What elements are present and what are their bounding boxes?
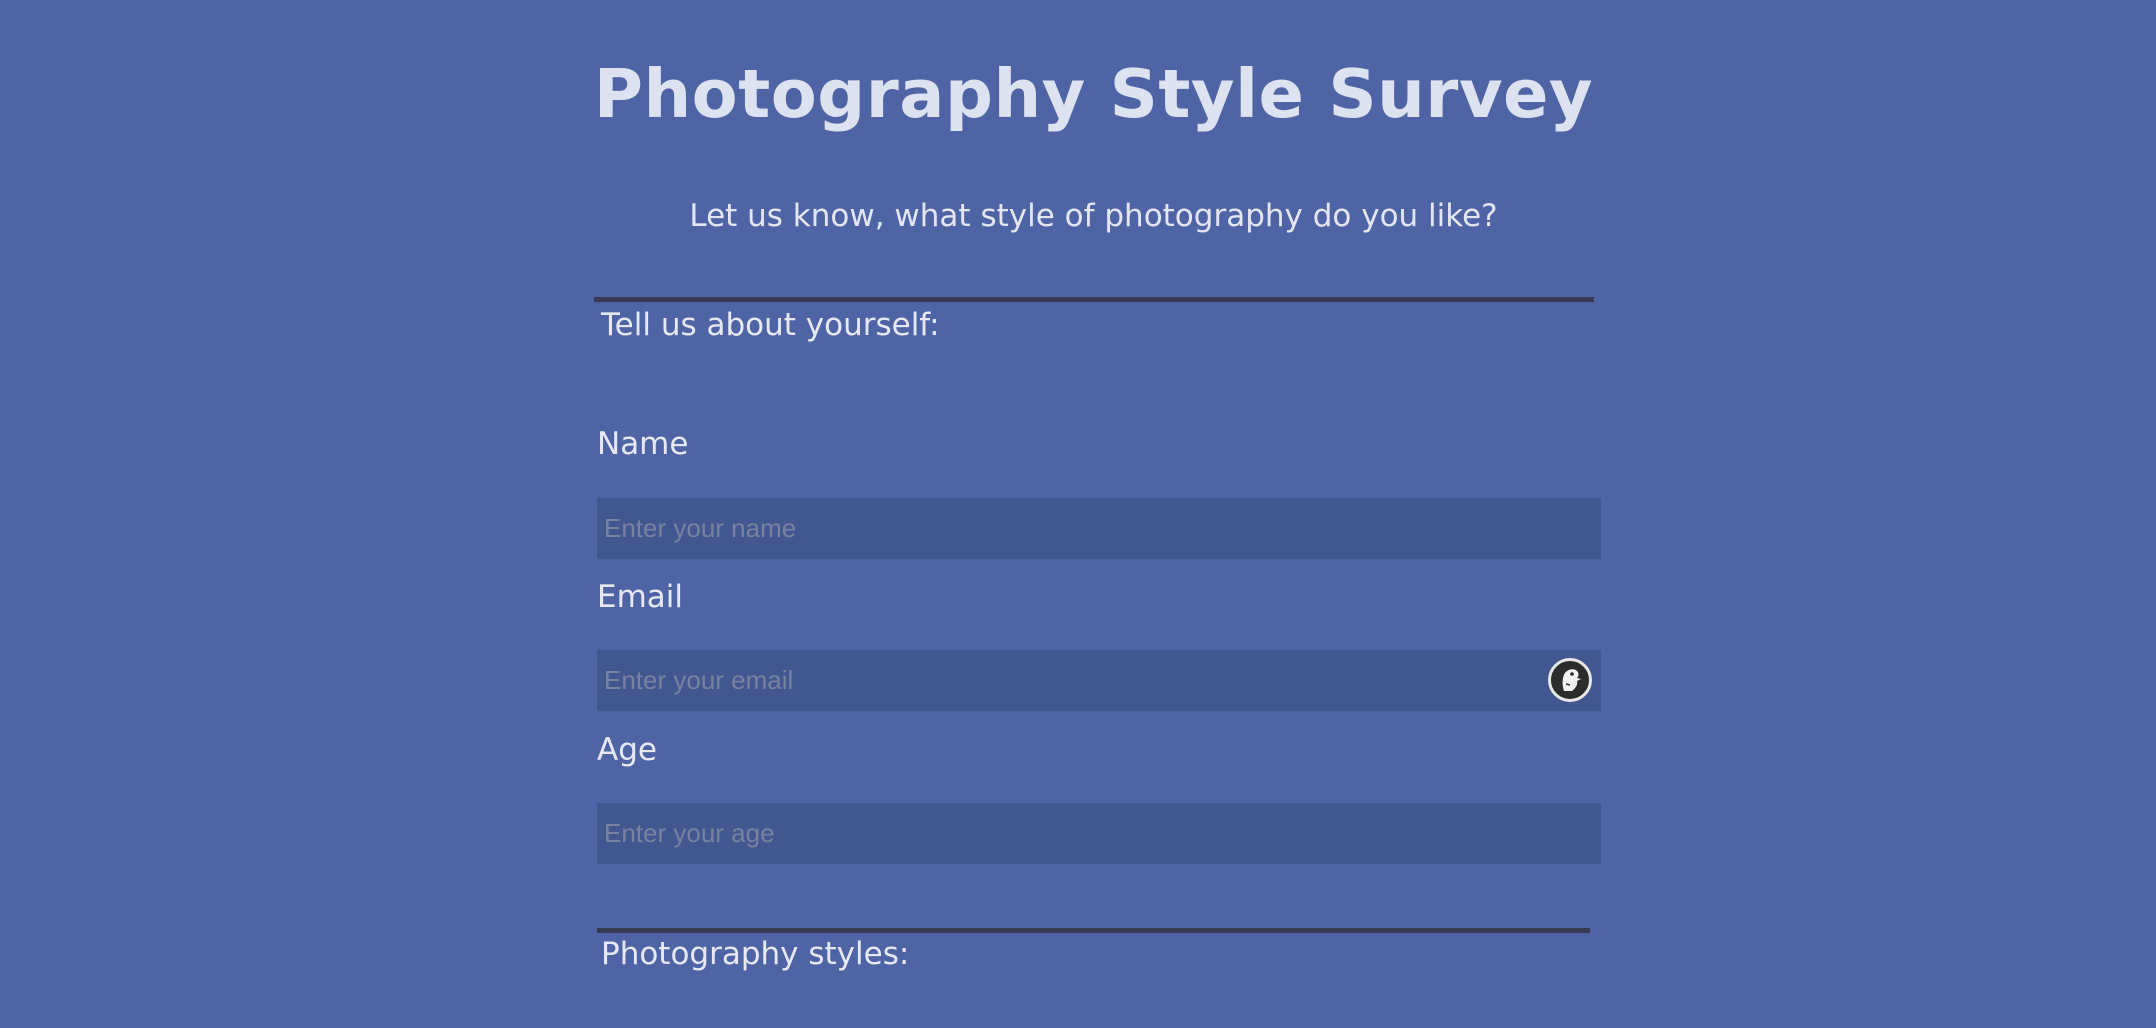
- email-label: Email: [597, 579, 684, 615]
- styles-section-legend: Photography styles:: [601, 936, 910, 972]
- name-label: Name: [597, 426, 689, 462]
- age-label: Age: [597, 732, 657, 768]
- page-description: Let us know, what style of photography d…: [689, 198, 1498, 234]
- page-title: Photography Style Survey: [593, 55, 1594, 133]
- email-input[interactable]: [597, 650, 1601, 711]
- name-input[interactable]: [597, 498, 1601, 559]
- about-section-legend: Tell us about yourself:: [601, 307, 940, 343]
- duckduckgo-autofill-icon[interactable]: [1548, 658, 1592, 702]
- age-input[interactable]: [597, 803, 1601, 864]
- about-section-divider: [594, 297, 1594, 302]
- duck-icon: [1562, 669, 1581, 691]
- survey-page: Photography Style Survey Let us know, wh…: [0, 0, 2156, 1028]
